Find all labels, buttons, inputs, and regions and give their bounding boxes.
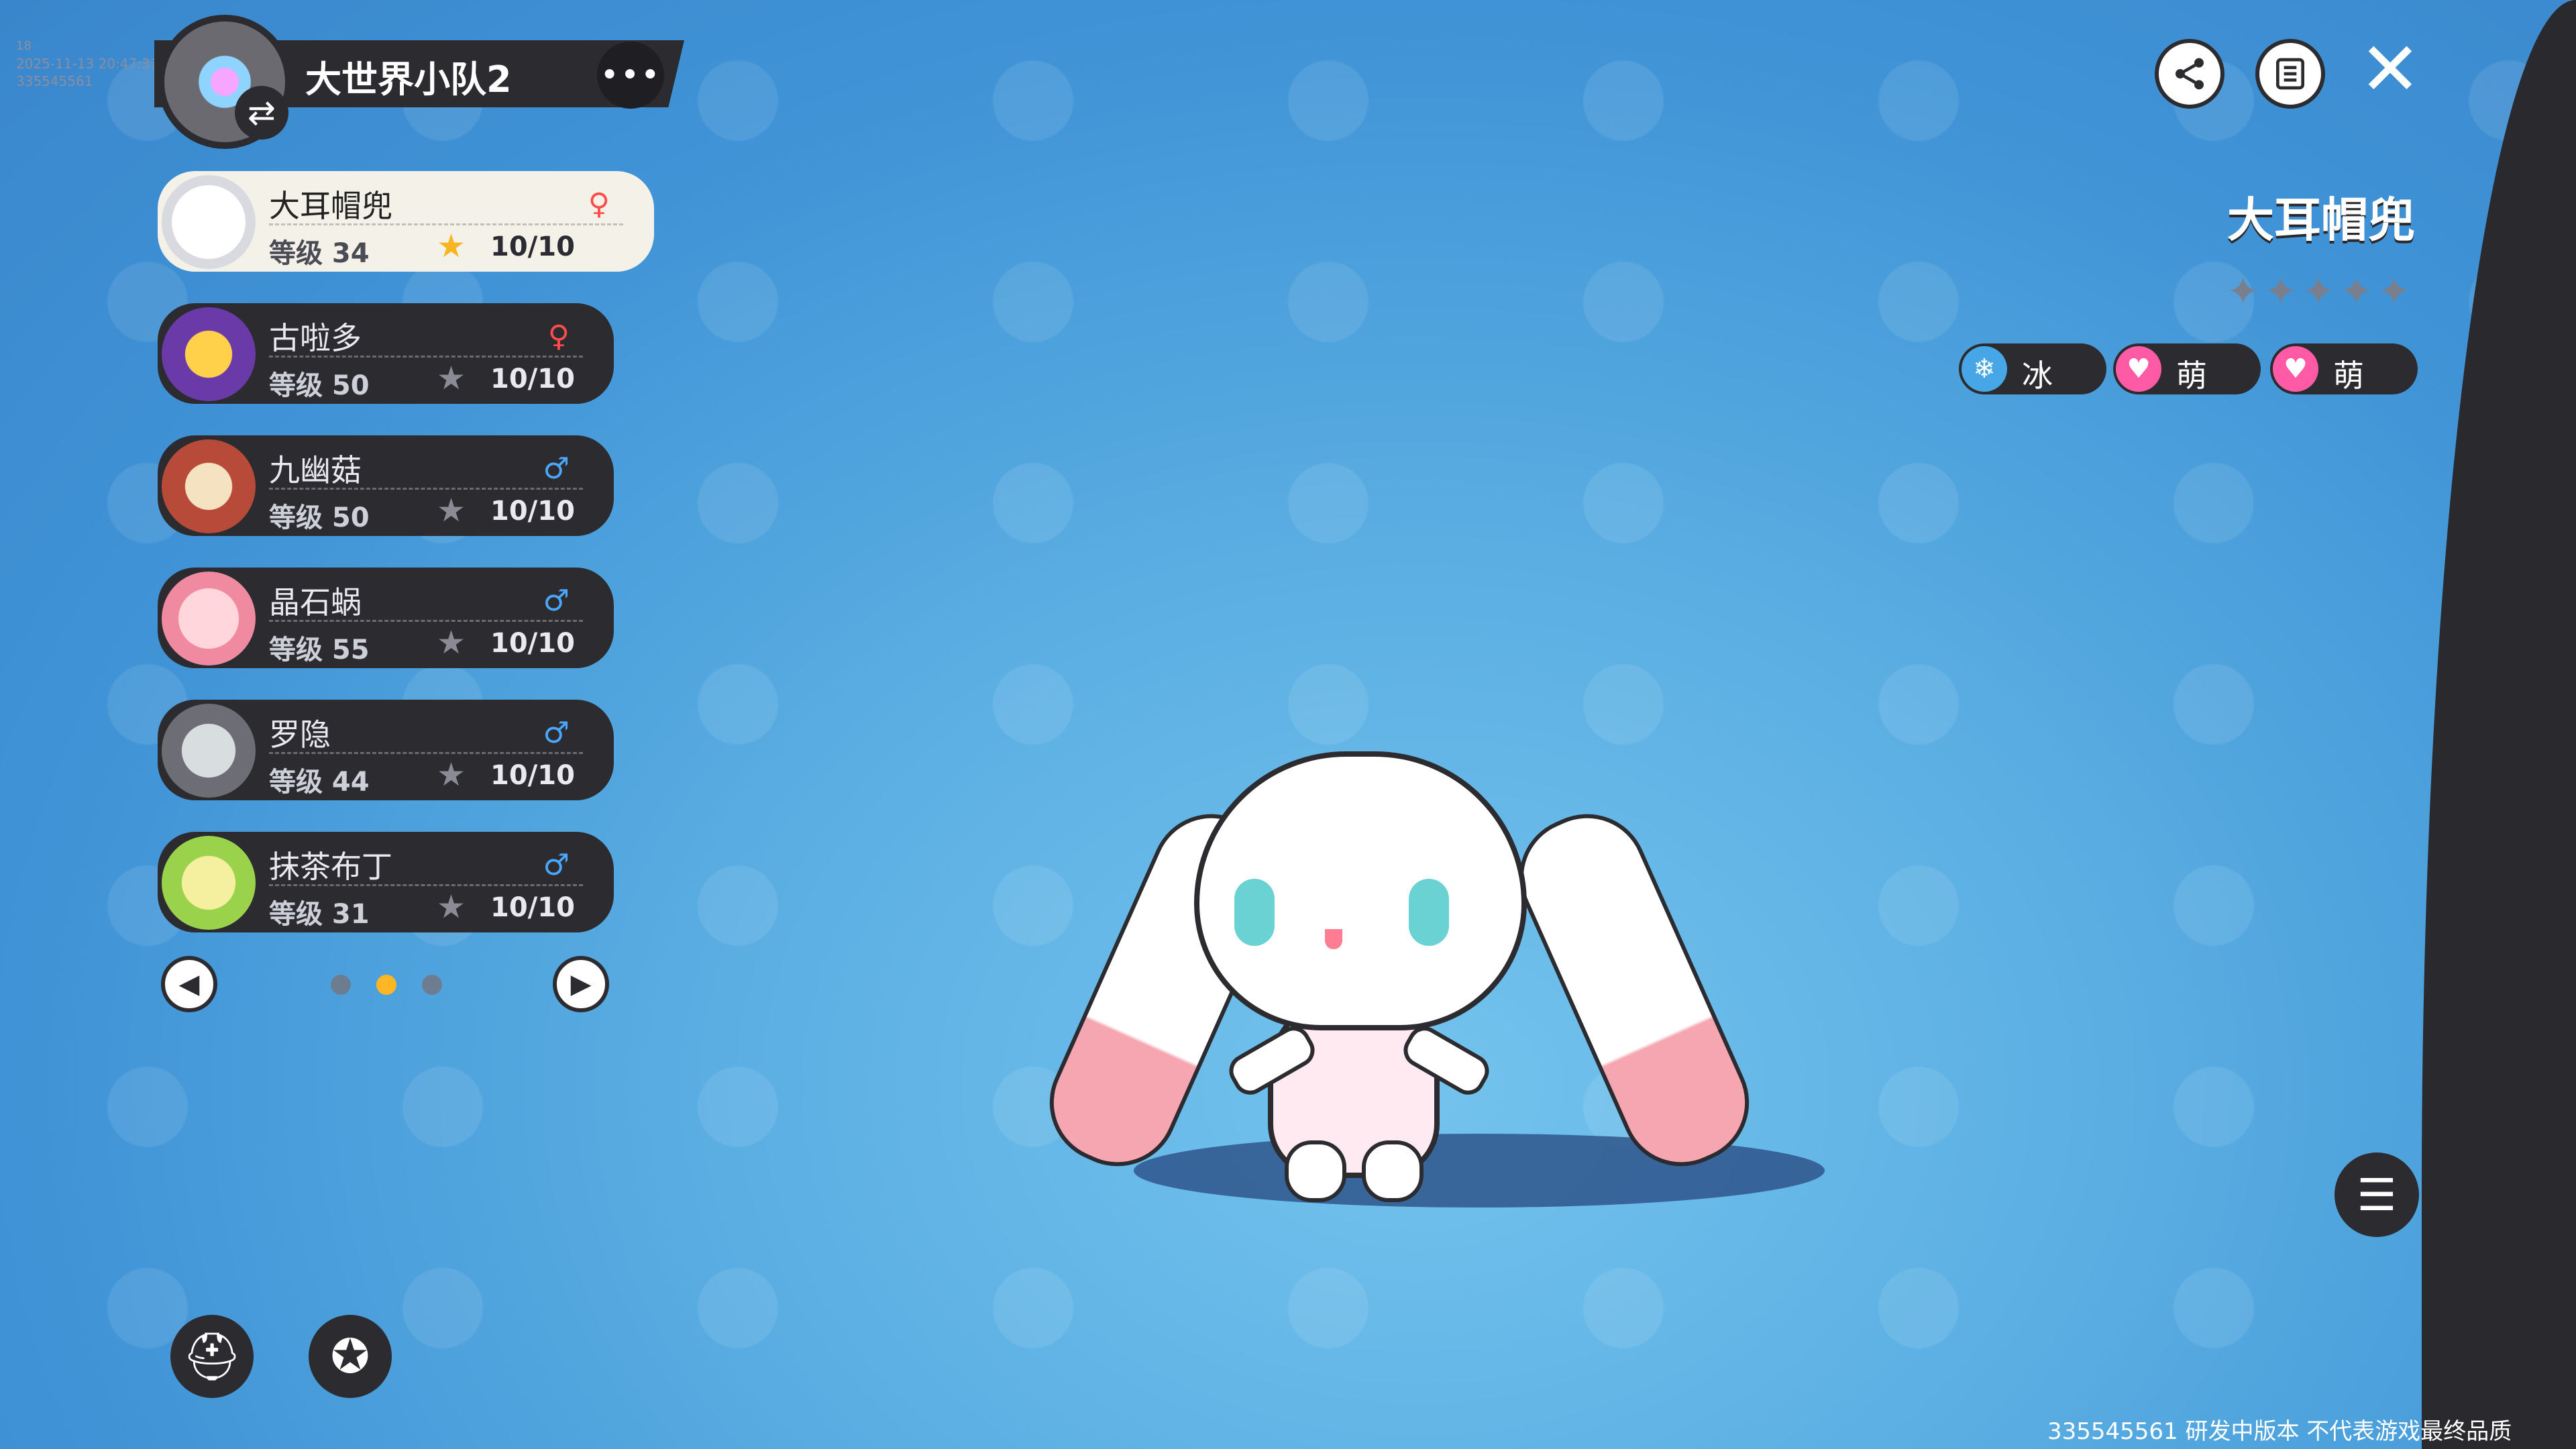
pet-name: 罗隐	[269, 716, 331, 753]
pet-avatar	[162, 836, 256, 930]
element-tag-label: 萌	[2176, 358, 2207, 394]
gender-female-icon: ♀	[547, 319, 570, 354]
element-tag-cute-2[interactable]: ♥ 萌	[2270, 343, 2418, 394]
gender-male-icon: ♂	[543, 584, 570, 618]
creature-right-eye	[1409, 879, 1449, 946]
debug-line: 18	[16, 39, 32, 53]
pet-avatar	[162, 307, 256, 401]
egg-icon: ✪	[330, 1329, 370, 1384]
card-divider	[269, 223, 623, 225]
pet-name: 大耳帽兜	[269, 188, 392, 224]
wizard-hat-button[interactable]: ⛑	[170, 1315, 254, 1398]
pet-star-count: 10/10	[490, 231, 575, 262]
pet-name: 九幽菇	[269, 452, 362, 488]
swap-team-icon[interactable]: ⇄	[235, 86, 288, 140]
star-rating: ✦✦✦✦✦	[2226, 268, 2415, 315]
pet-dex-button[interactable]: ☰	[2334, 1152, 2419, 1237]
close-icon: ✕	[2359, 26, 2422, 112]
roster-card-5[interactable]: 罗隐 ♂ 等级 44 ★ 10/10	[158, 700, 614, 800]
snowflake-icon: ❄	[1962, 346, 2007, 392]
creature-left-foot	[1285, 1140, 1346, 1202]
next-page-button[interactable]: ▶	[553, 956, 609, 1012]
card-divider	[269, 488, 583, 490]
prev-page-button[interactable]: ◀	[161, 956, 217, 1012]
pet-name: 古啦多	[269, 320, 362, 356]
card-divider	[269, 752, 583, 754]
debug-info: 18 2025-11-13 20:47:37 335545561	[16, 38, 158, 90]
pet-name: 抹茶布丁	[269, 849, 392, 885]
gender-female-icon: ♀	[588, 187, 610, 221]
pet-level: 等级 44	[269, 767, 370, 798]
game-scene: { "debug": {"line1": "18", "timestamp": …	[0, 0, 2576, 1449]
selected-pet-name: 大耳帽兜	[2227, 193, 2415, 248]
pet-avatar	[162, 439, 256, 533]
star-icon: ★	[437, 888, 466, 926]
roster-card-2[interactable]: 古啦多 ♀ 等级 50 ★ 10/10	[158, 303, 614, 404]
gender-male-icon: ♂	[543, 451, 570, 486]
pet-star-count: 10/10	[490, 892, 575, 923]
pet-egg-button[interactable]: ✪	[309, 1315, 392, 1398]
star-icon: ★	[437, 227, 466, 265]
debug-id: 335545561	[16, 73, 93, 89]
build-notice: 335545561 研发中版本 不代表游戏最终品质	[2047, 1418, 2512, 1445]
card-divider	[269, 356, 583, 358]
roster-card-1[interactable]: 大耳帽兜 ♀ 等级 34 ★ 10/10	[158, 171, 654, 272]
creature-mouth	[1325, 929, 1342, 949]
pet-star-count: 10/10	[490, 628, 575, 659]
gender-male-icon: ♂	[543, 716, 570, 750]
element-tag-label: 冰	[2022, 358, 2053, 394]
wizard-hat-icon: ⛑	[182, 1328, 242, 1384]
star-icon: ★	[437, 624, 466, 661]
team-name: 大世界小队2	[305, 58, 512, 101]
pet-level: 等级 31	[269, 899, 370, 930]
debug-timestamp: 2025-11-13 20:47:37	[16, 56, 159, 72]
heart-icon: ♥	[2273, 346, 2318, 392]
list-icon	[2276, 58, 2304, 90]
pet-avatar	[162, 704, 256, 798]
element-tag-cute[interactable]: ♥ 萌	[2113, 343, 2261, 394]
share-icon	[2176, 58, 2204, 90]
more-options-button[interactable]: •••	[597, 42, 664, 109]
close-button[interactable]: ✕	[2353, 32, 2427, 106]
pet-star-count: 10/10	[490, 760, 575, 791]
share-button[interactable]	[2155, 39, 2224, 109]
creature-left-eye	[1234, 879, 1275, 946]
pet-level: 等级 50	[269, 370, 370, 401]
book-icon: ☰	[2357, 1169, 2397, 1221]
star-icon: ★	[437, 360, 466, 397]
pet-avatar	[162, 175, 256, 269]
pet-star-count: 10/10	[490, 364, 575, 394]
element-tag-ice[interactable]: ❄ 冰	[1959, 343, 2106, 394]
card-divider	[269, 884, 583, 886]
pet-level: 等级 34	[269, 238, 370, 269]
roster-card-3[interactable]: 九幽菇 ♂ 等级 50 ★ 10/10	[158, 435, 614, 536]
page-dot-3[interactable]	[422, 975, 442, 995]
roster-card-6[interactable]: 抹茶布丁 ♂ 等级 31 ★ 10/10	[158, 832, 614, 932]
creature-right-foot	[1362, 1140, 1424, 1202]
pet-name: 晶石蜗	[269, 584, 362, 621]
page-dot-2-active[interactable]	[376, 975, 396, 995]
pet-level: 等级 50	[269, 502, 370, 533]
pet-star-count: 10/10	[490, 496, 575, 527]
list-button[interactable]	[2255, 39, 2325, 109]
roster-card-4[interactable]: 晶石蜗 ♂ 等级 55 ★ 10/10	[158, 568, 614, 668]
pet-avatar	[162, 572, 256, 665]
heart-icon: ♥	[2116, 346, 2161, 392]
card-divider	[269, 620, 583, 622]
gender-male-icon: ♂	[543, 848, 570, 882]
star-icon: ★	[437, 756, 466, 794]
element-tag-label: 萌	[2333, 358, 2364, 394]
page-dot-1[interactable]	[331, 975, 351, 995]
pet-level: 等级 55	[269, 635, 370, 665]
star-icon: ★	[437, 492, 466, 529]
